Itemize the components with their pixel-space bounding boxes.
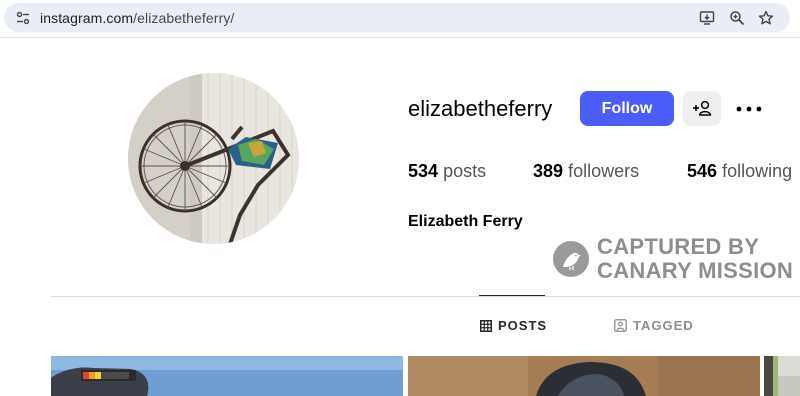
posts-label: posts xyxy=(443,161,487,181)
active-tab-indicator xyxy=(479,295,545,296)
posts-count: 534 xyxy=(408,161,439,181)
watermark-line-2: CANARY MISSION xyxy=(597,258,794,283)
post-thumbnail[interactable] xyxy=(764,356,800,396)
canary-mission-logo-icon xyxy=(553,241,589,277)
following-count: 546 xyxy=(687,161,718,181)
bookmark-star-icon[interactable] xyxy=(758,10,774,26)
install-app-icon[interactable] xyxy=(699,10,715,26)
avatar-image xyxy=(128,73,299,244)
browser-toolbar: instagram.com/elizabetheferry/ xyxy=(0,0,800,37)
tab-posts-label: POSTS xyxy=(498,318,548,333)
tabs-divider xyxy=(51,296,800,297)
url-path: /elizabetheferry/ xyxy=(133,10,235,26)
followers-stat[interactable]: 389 followers xyxy=(533,161,639,182)
address-bar[interactable]: instagram.com/elizabetheferry/ xyxy=(4,3,790,32)
tab-tagged-label: TAGGED xyxy=(633,318,694,333)
tab-posts[interactable]: POSTS xyxy=(480,318,547,333)
post-image xyxy=(408,356,760,396)
zoom-icon[interactable] xyxy=(729,10,745,26)
watermark-line-1: CAPTURED BY xyxy=(597,234,760,259)
toolbar-divider xyxy=(0,37,800,38)
profile-full-name: Elizabeth Ferry xyxy=(408,213,523,230)
profile-avatar[interactable] xyxy=(128,73,299,244)
posts-stat: 534 posts xyxy=(408,161,486,182)
grid-icon xyxy=(480,319,492,332)
suggested-accounts-button[interactable] xyxy=(683,91,721,126)
follow-button[interactable]: Follow xyxy=(580,91,674,126)
post-thumbnail[interactable] xyxy=(408,356,760,396)
profile-username: elizabetheferry xyxy=(408,96,553,121)
following-label: following xyxy=(722,161,793,181)
post-thumbnail[interactable] xyxy=(51,356,403,396)
post-image xyxy=(764,356,800,396)
add-person-icon xyxy=(693,100,712,116)
post-image xyxy=(51,356,403,396)
more-dots-icon xyxy=(736,106,762,112)
followers-label: followers xyxy=(568,161,640,181)
site-settings-icon[interactable] xyxy=(16,11,30,25)
tagged-user-icon xyxy=(614,319,627,332)
watermark-text: CAPTURED BY CANARY MISSION xyxy=(597,235,793,283)
more-options-button[interactable] xyxy=(734,99,764,119)
tab-tagged[interactable]: TAGGED xyxy=(614,318,694,333)
url-text[interactable]: instagram.com/elizabetheferry/ xyxy=(40,10,234,26)
url-domain: instagram.com xyxy=(40,10,134,26)
followers-count: 389 xyxy=(533,161,564,181)
following-stat[interactable]: 546 following xyxy=(687,161,792,182)
